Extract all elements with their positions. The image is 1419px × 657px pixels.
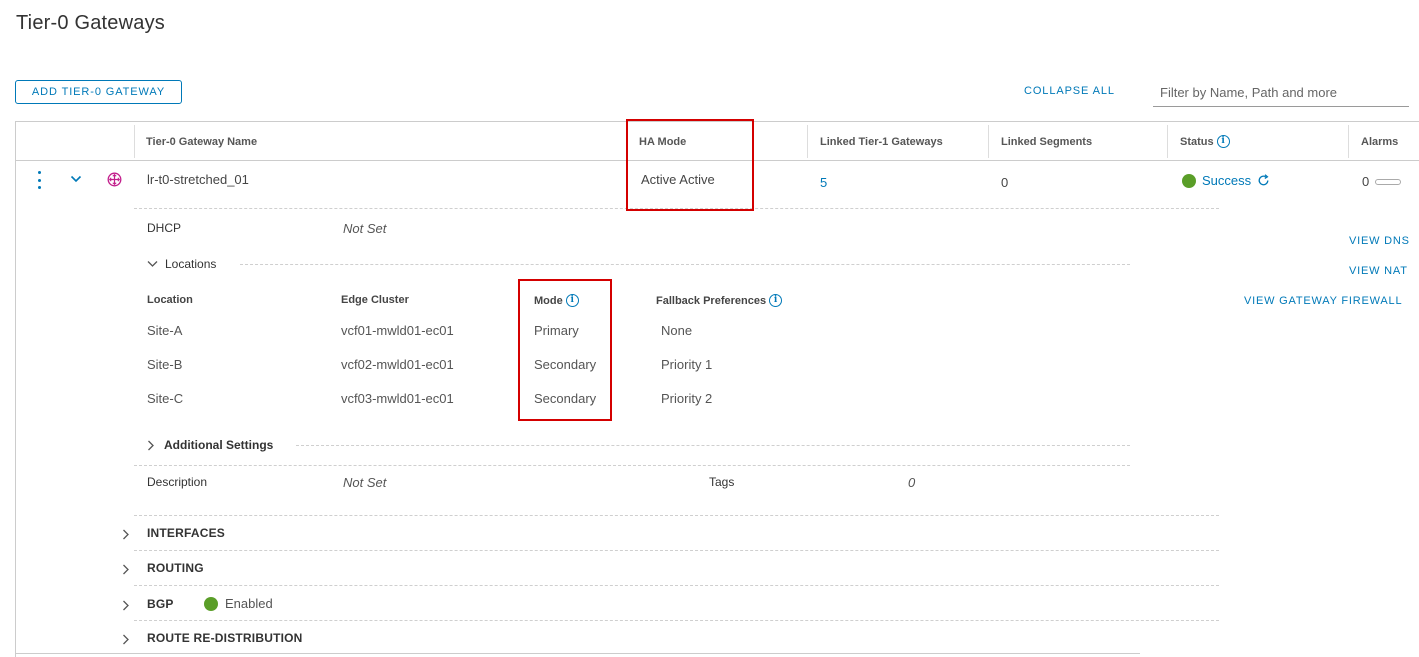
fallback-header-label: Fallback Preferences bbox=[656, 294, 767, 307]
fallback-preference: Priority 1 bbox=[661, 357, 713, 372]
tier0-gateway-icon bbox=[107, 172, 122, 187]
ha-mode-highlight-box bbox=[626, 119, 754, 211]
edge-cluster: vcf02-mwld01-ec01 bbox=[341, 357, 454, 372]
page-title: Tier-0 Gateways bbox=[16, 12, 165, 34]
chevron-right-icon[interactable] bbox=[122, 600, 130, 611]
linked-segments-count: 0 bbox=[1001, 175, 1009, 190]
location-name: Site-B bbox=[147, 357, 183, 372]
divider bbox=[134, 620, 1219, 621]
bgp-section[interactable]: BGP bbox=[147, 597, 174, 611]
bgp-status-value: Enabled bbox=[225, 596, 273, 611]
divider bbox=[240, 264, 1130, 265]
divider bbox=[134, 550, 1219, 551]
edge-cluster-header: Edge Cluster bbox=[341, 294, 409, 306]
fallback-preference: None bbox=[661, 323, 693, 338]
column-header-linked-tier1[interactable]: Linked Tier-1 Gateways bbox=[808, 122, 988, 161]
enabled-status-icon bbox=[204, 596, 218, 611]
route-redistribution-section[interactable]: ROUTE RE-DISTRIBUTION bbox=[147, 631, 303, 645]
add-tier0-gateway-button[interactable]: ADD TIER-0 GATEWAY bbox=[15, 80, 182, 104]
locations-toggle[interactable]: Locations bbox=[147, 257, 216, 271]
gateway-name[interactable]: lr-t0-stretched_01 bbox=[147, 172, 249, 187]
grid-bottom-border bbox=[16, 653, 1140, 654]
chevron-right-icon[interactable] bbox=[122, 634, 130, 645]
info-icon[interactable]: i bbox=[769, 294, 783, 307]
status-value: Success bbox=[1202, 173, 1252, 188]
linked-tier1-count[interactable]: 5 bbox=[820, 175, 827, 190]
location-name: Site-C bbox=[147, 391, 184, 406]
tags-value: 0 bbox=[908, 475, 916, 490]
dhcp-value: Not Set bbox=[343, 221, 387, 236]
fallback-preference: Priority 2 bbox=[661, 391, 713, 406]
filter-input[interactable] bbox=[1153, 79, 1409, 107]
column-header-status-label: Status bbox=[1180, 135, 1214, 148]
additional-settings-label: Additional Settings bbox=[164, 438, 274, 452]
view-nat-link[interactable]: VIEW NAT bbox=[1349, 265, 1408, 277]
location-header: Location bbox=[147, 294, 193, 306]
mode-highlight-box bbox=[518, 279, 612, 421]
column-header-linked-segments[interactable]: Linked Segments bbox=[989, 122, 1167, 161]
locations-label: Locations bbox=[165, 257, 217, 271]
success-status-icon bbox=[1182, 173, 1196, 188]
divider bbox=[296, 445, 1130, 446]
dhcp-label: DHCP bbox=[147, 221, 182, 235]
refresh-icon[interactable] bbox=[1257, 174, 1270, 187]
divider bbox=[134, 465, 1130, 466]
tags-label: Tags bbox=[709, 475, 735, 489]
fallback-header: Fallback Preferences i bbox=[656, 294, 783, 307]
view-gateway-firewall-link[interactable]: VIEW GATEWAY FIREWALL bbox=[1244, 295, 1402, 307]
column-header-status[interactable]: Status i bbox=[1168, 122, 1348, 161]
additional-settings-toggle[interactable]: Additional Settings bbox=[147, 438, 273, 452]
chevron-down-icon bbox=[147, 261, 158, 267]
chevron-right-icon bbox=[148, 440, 154, 450]
alarms-bar bbox=[1375, 178, 1402, 185]
divider bbox=[134, 585, 1219, 586]
column-header-name[interactable]: Tier-0 Gateway Name bbox=[134, 122, 624, 161]
view-dns-link[interactable]: VIEW DNS bbox=[1349, 235, 1410, 247]
row-actions-icon[interactable] bbox=[37, 171, 41, 189]
chevron-right-icon[interactable] bbox=[122, 529, 130, 540]
status-cell: Success bbox=[1182, 173, 1270, 188]
chevron-down-icon[interactable] bbox=[70, 174, 82, 184]
edge-cluster: vcf03-mwld01-ec01 bbox=[341, 391, 454, 406]
interfaces-section[interactable]: INTERFACES bbox=[147, 526, 225, 540]
collapse-all-button[interactable]: COLLAPSE ALL bbox=[1024, 85, 1115, 97]
bgp-status: Enabled bbox=[204, 596, 273, 611]
divider bbox=[134, 515, 1219, 516]
alarms-cell: 0 bbox=[1362, 174, 1402, 189]
info-icon[interactable]: i bbox=[1216, 135, 1230, 148]
routing-section[interactable]: ROUTING bbox=[147, 561, 204, 575]
chevron-right-icon[interactable] bbox=[122, 564, 130, 575]
column-header-alarms[interactable]: Alarms bbox=[1349, 122, 1419, 161]
description-value: Not Set bbox=[343, 475, 387, 490]
location-name: Site-A bbox=[147, 323, 183, 338]
edge-cluster: vcf01-mwld01-ec01 bbox=[341, 323, 454, 338]
alarms-count: 0 bbox=[1362, 174, 1370, 189]
description-label: Description bbox=[147, 475, 208, 489]
